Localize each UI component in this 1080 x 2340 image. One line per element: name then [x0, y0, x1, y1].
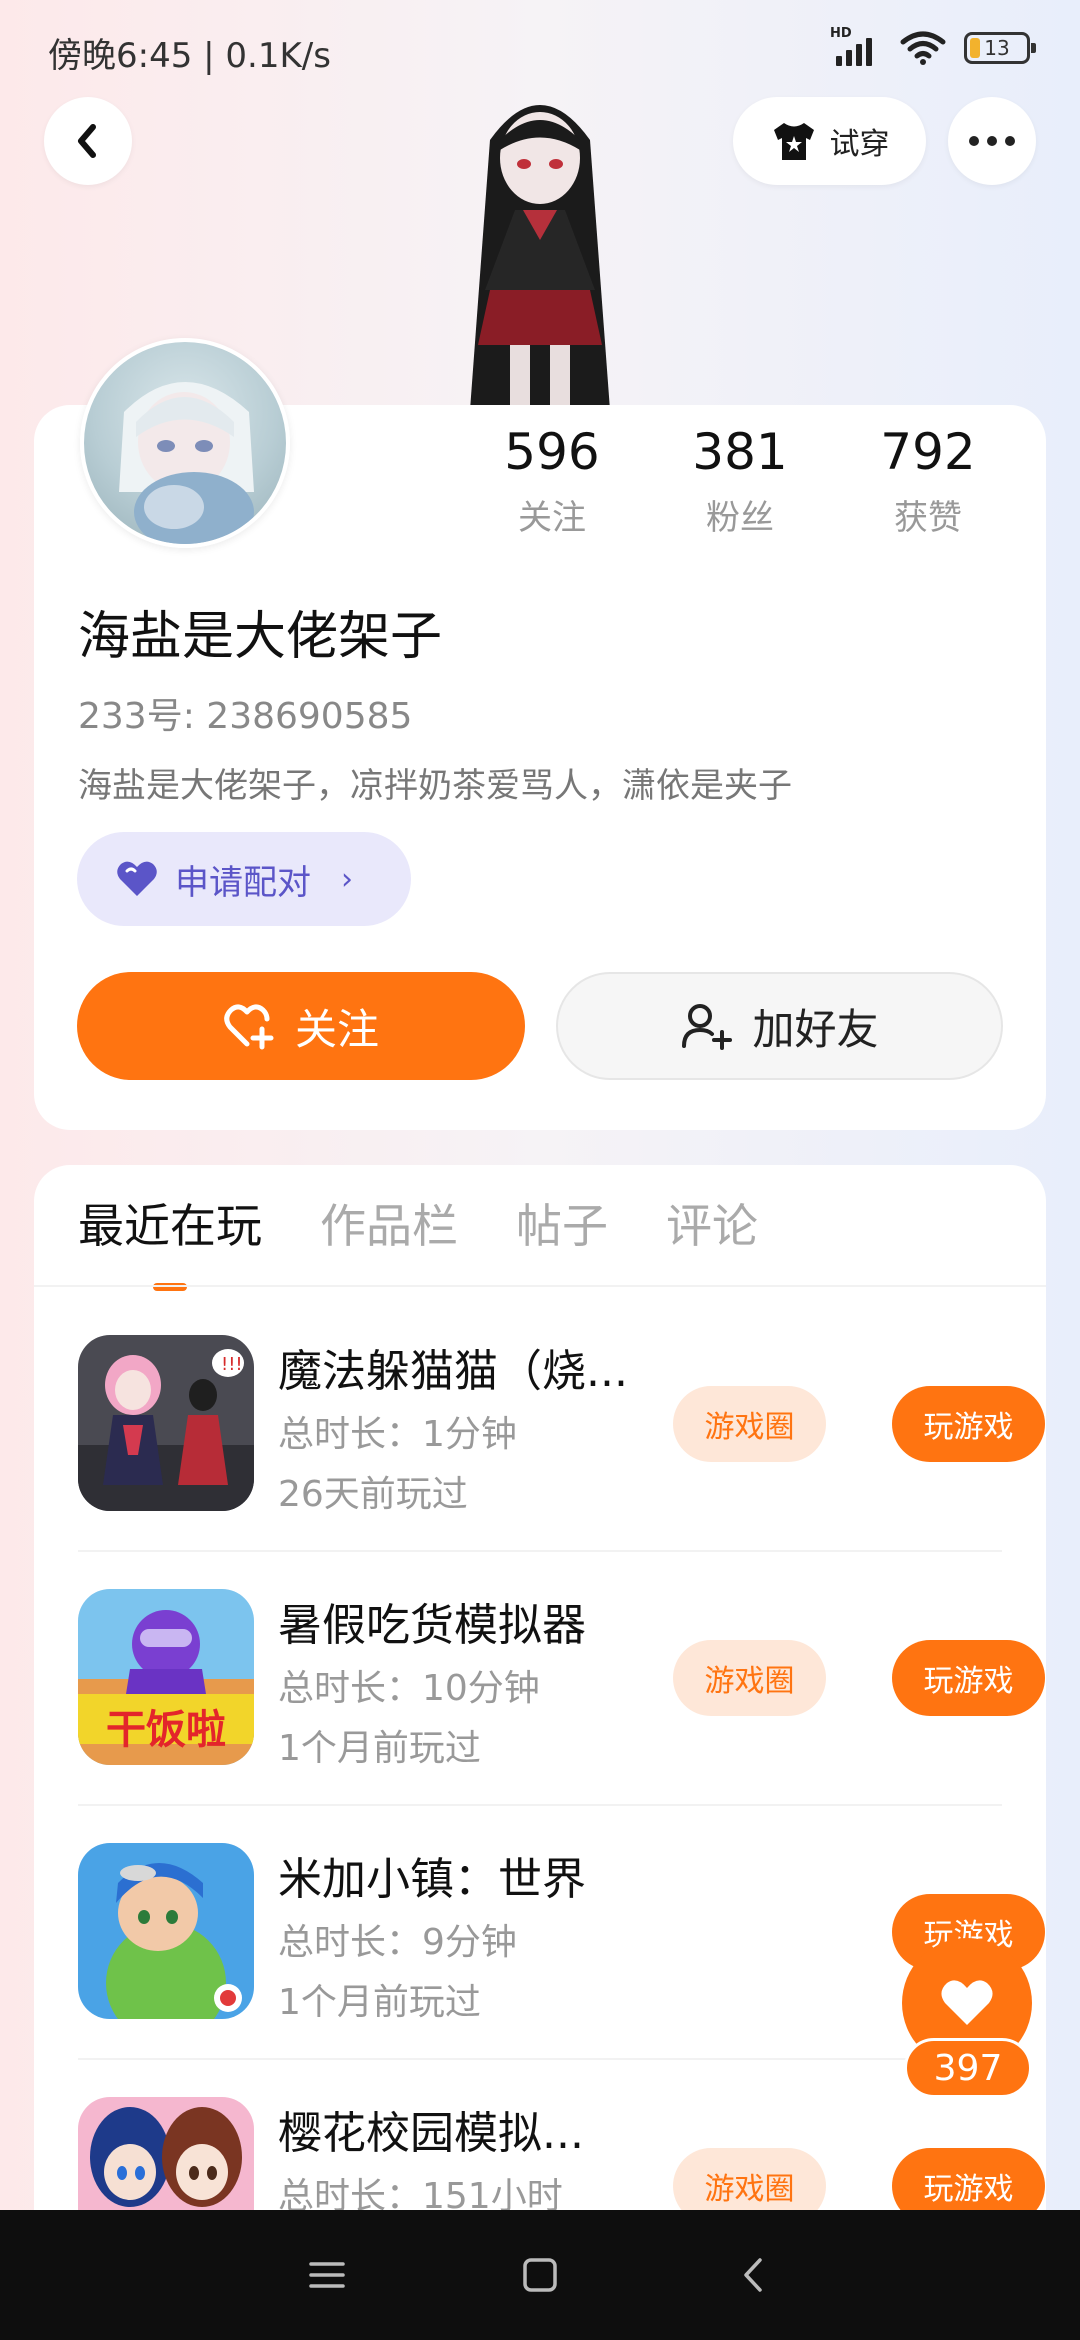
game-title: 暑假吃货模拟器 — [278, 1600, 586, 1651]
stat-value: 596 — [504, 423, 600, 481]
game-icon[interactable] — [78, 2097, 254, 2225]
content-card: 最近在玩 作品栏 帖子 评论 !!! 魔法躲猫猫（烧... 总时长：1分钟 26… — [34, 1165, 1046, 2225]
like-count: 397 — [904, 2038, 1032, 2098]
user-avatar[interactable] — [80, 338, 290, 548]
apply-pair-label: 申请配对 — [175, 862, 311, 903]
stat-label: 粉丝 — [706, 498, 774, 538]
avatar-image — [119, 382, 254, 544]
game-title: 魔法躲猫猫（烧... — [278, 1346, 628, 1397]
tshirt-icon — [773, 123, 814, 160]
svg-text:!!!: !!! — [221, 1354, 243, 1375]
more-button[interactable] — [948, 97, 1036, 185]
purple-heart-icon — [117, 861, 157, 896]
row-divider — [78, 2058, 1002, 2060]
try-on-label: 试穿 — [829, 127, 890, 162]
game-last-played: 26天前玩过 — [278, 1474, 468, 1515]
game-duration: 总时长：9分钟 — [278, 1922, 517, 1963]
profile-tabs: 最近在玩 作品栏 帖子 评论 — [78, 1191, 758, 1261]
floating-like-button[interactable]: 397 — [902, 1938, 1032, 2098]
apply-pair-button[interactable]: 申请配对 › — [77, 832, 411, 926]
chevron-right-icon: › — [341, 861, 353, 897]
stat-likes[interactable]: 792 获赞 — [834, 420, 1022, 539]
game-icon[interactable] — [78, 1843, 254, 2019]
back-chevron-icon — [744, 2258, 763, 2292]
add-friend-label: 加好友 — [752, 1004, 879, 1054]
status-icons: HD 13 — [830, 26, 1036, 66]
stat-following[interactable]: 596 关注 — [458, 420, 646, 539]
battery-icon: 13 — [964, 32, 1036, 64]
game-last-played: 1个月前玩过 — [278, 1982, 481, 2023]
tab-posts[interactable]: 帖子 — [516, 1191, 608, 1261]
home-square-icon — [523, 2258, 557, 2292]
follow-label: 关注 — [294, 1004, 379, 1054]
system-nav-bar — [0, 2210, 1080, 2340]
stat-label: 关注 — [518, 498, 586, 538]
tab-recently-played[interactable]: 最近在玩 — [78, 1191, 262, 1261]
game-icon[interactable]: !!! — [78, 1335, 254, 1511]
system-back-button[interactable] — [723, 2245, 783, 2305]
try-on-button[interactable]: 试穿 — [733, 97, 926, 185]
game-title: 樱花校园模拟... — [278, 2108, 584, 2159]
battery-level: 13 — [984, 36, 1010, 60]
character-avatar-image[interactable] — [420, 80, 660, 410]
user-bio: 海盐是大佬架子，凉拌奶茶爱骂人，潇依是夹子 — [78, 766, 792, 806]
game-circle-button[interactable]: 游戏圈 — [673, 1640, 826, 1716]
row-divider — [78, 1550, 1002, 1552]
username: 海盐是大佬架子 — [78, 607, 443, 667]
stat-fans[interactable]: 381 粉丝 — [646, 420, 834, 539]
row-divider — [78, 1804, 1002, 1806]
follow-button[interactable]: 关注 — [77, 972, 525, 1080]
stat-label: 获赞 — [894, 498, 962, 538]
profile-stats: 596 关注 381 粉丝 792 获赞 — [458, 420, 1022, 539]
add-friend-button[interactable]: 加好友 — [556, 972, 1003, 1080]
menu-button[interactable] — [297, 2245, 357, 2305]
game-title: 米加小镇：世界 — [278, 1854, 586, 1905]
game-icon-text: 干饭啦 — [106, 1707, 226, 1753]
menu-icon — [308, 2262, 345, 2288]
tabs-divider — [34, 1285, 1046, 1287]
signal-icon: HD — [830, 26, 882, 66]
game-row[interactable]: 樱花校园模拟... 总时长：151小时 游戏圈 玩游戏 — [78, 2097, 1045, 2225]
back-arrow-icon — [78, 124, 96, 158]
game-duration: 总时长：10分钟 — [278, 1668, 540, 1709]
stat-value: 792 — [880, 423, 976, 481]
wifi-icon — [900, 31, 946, 65]
stat-value: 381 — [692, 423, 788, 481]
status-time-speed: 傍晚6:45 | 0.1K/s — [48, 36, 331, 76]
game-duration: 总时长：1分钟 — [278, 1414, 517, 1455]
more-dots-icon — [969, 136, 1015, 146]
user-plus-icon — [682, 1004, 733, 1050]
game-last-played: 1个月前玩过 — [278, 1728, 481, 1769]
back-button[interactable] — [44, 97, 132, 185]
heart-icon — [941, 1980, 993, 2025]
tab-works[interactable]: 作品栏 — [320, 1191, 458, 1261]
game-icon[interactable]: 干饭啦 — [78, 1589, 254, 1765]
game-circle-button[interactable]: 游戏圈 — [673, 1386, 826, 1462]
heart-plus-icon — [224, 1004, 274, 1050]
tab-comments[interactable]: 评论 — [666, 1191, 758, 1261]
home-button[interactable] — [510, 2245, 570, 2305]
play-game-button[interactable]: 玩游戏 — [892, 1386, 1045, 1462]
user-id: 233号: 238690585 — [78, 696, 413, 737]
play-game-button[interactable]: 玩游戏 — [892, 1640, 1045, 1716]
